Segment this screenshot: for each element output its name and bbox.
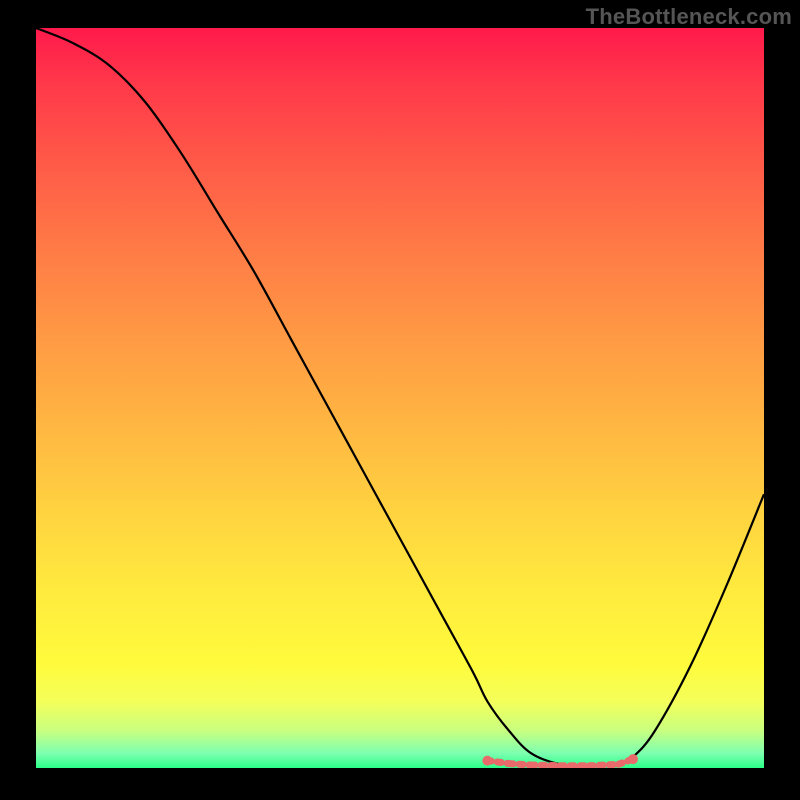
bottleneck-curve <box>36 28 764 766</box>
optimal-range-endpoint <box>628 754 638 764</box>
optimal-range-markers <box>482 754 638 766</box>
optimal-range-endpoint <box>482 756 492 766</box>
optimal-range-segment <box>531 765 560 766</box>
plot-area <box>36 28 764 768</box>
chart-svg <box>36 28 764 768</box>
chart-container: TheBottleneck.com <box>0 0 800 800</box>
optimal-range-segment <box>589 764 618 766</box>
watermark-text: TheBottleneck.com <box>586 4 792 30</box>
